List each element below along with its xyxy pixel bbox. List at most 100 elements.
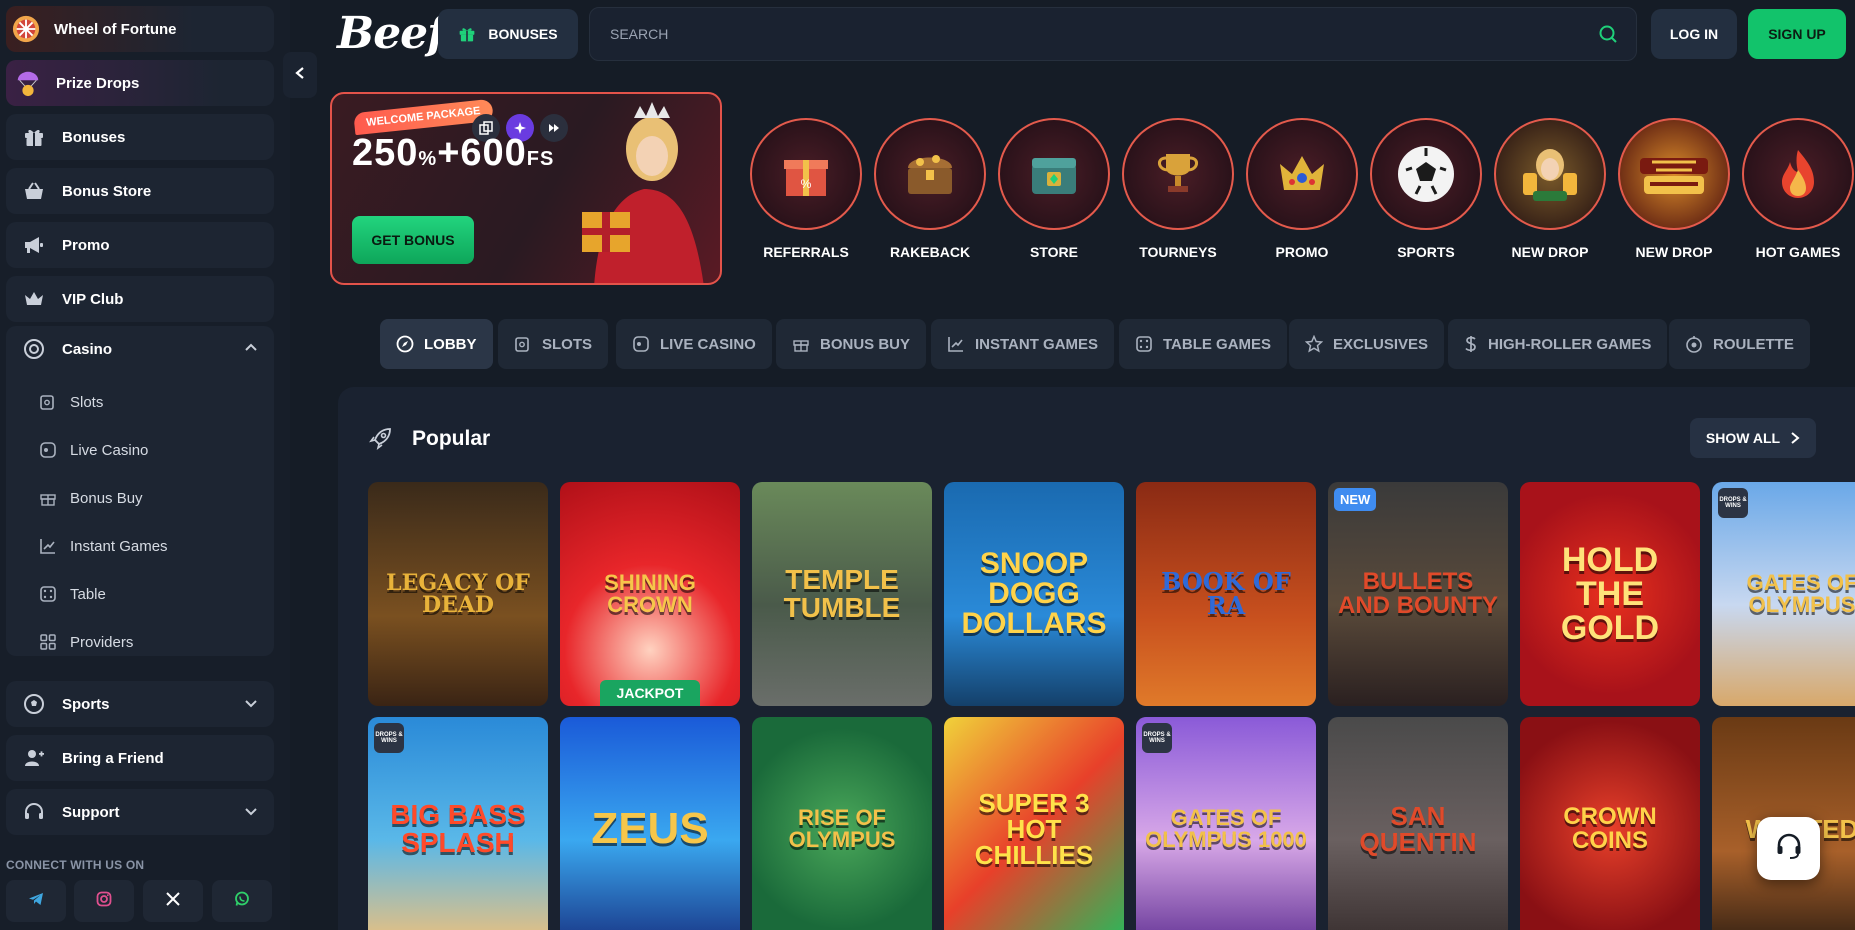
sidebar-item-promo[interactable]: Promo bbox=[6, 222, 274, 268]
tab-bonus-buy[interactable]: BONUS BUY bbox=[776, 319, 927, 369]
sidebar-item-casino[interactable]: Casino bbox=[6, 326, 274, 372]
headset-icon bbox=[20, 798, 48, 826]
sidebar-item-support[interactable]: Support bbox=[6, 789, 274, 835]
sidebar-subitem-instant-games[interactable]: Instant Games bbox=[38, 526, 168, 566]
x-button[interactable] bbox=[143, 880, 203, 922]
shortcut-rakeback[interactable]: RAKEBACK bbox=[872, 118, 988, 260]
game-card[interactable]: NEW BULLETS AND BOUNTY bbox=[1328, 482, 1508, 706]
game-card[interactable]: BOOK OF RA bbox=[1136, 482, 1316, 706]
sidebar-item-wheel-of-fortune[interactable]: Wheel of Fortune bbox=[6, 6, 274, 52]
sidebar-item-bonus-store[interactable]: Bonus Store bbox=[6, 168, 274, 214]
casino-section: Casino Slots Live Casino Bonus Buy Insta… bbox=[6, 326, 274, 656]
drops-wins-badge: DROPS & WINS bbox=[1142, 723, 1172, 753]
chevron-up-icon[interactable] bbox=[244, 341, 258, 359]
game-card[interactable]: SUPER 3 HOT CHILLIES bbox=[944, 717, 1124, 930]
game-title: SUPER 3 HOT CHILLIES bbox=[974, 788, 1094, 870]
sidebar-subitem-bonus-buy[interactable]: Bonus Buy bbox=[38, 478, 143, 518]
chevron-down-icon[interactable] bbox=[244, 804, 258, 822]
game-card[interactable]: TEMPLE TUMBLE bbox=[752, 482, 932, 706]
tab-live-casino[interactable]: LIVE CASINO bbox=[616, 319, 772, 369]
shortcut-new-drop[interactable]: NEW DROP bbox=[1616, 118, 1732, 260]
sidebar-item-vip-club[interactable]: VIP Club bbox=[6, 276, 274, 322]
sidebar-subitem-slots[interactable]: Slots bbox=[38, 382, 103, 422]
shortcut-store[interactable]: STORE bbox=[996, 118, 1112, 260]
sidebar-item-bonuses[interactable]: Bonuses bbox=[6, 114, 274, 160]
tab-slots[interactable]: SLOTS bbox=[498, 319, 609, 369]
gift-icon bbox=[20, 123, 48, 151]
game-title: ZEUS bbox=[591, 804, 709, 853]
tab-high-roller-games[interactable]: HIGH-ROLLER GAMES bbox=[1448, 319, 1668, 369]
x-icon bbox=[166, 891, 180, 911]
dice-icon bbox=[1135, 335, 1153, 353]
shortcut-hot-games[interactable]: HOT GAMES bbox=[1740, 118, 1855, 260]
shortcut-new-drop[interactable]: NEW DROP bbox=[1492, 118, 1608, 260]
signup-button[interactable]: SIGN UP bbox=[1748, 9, 1846, 59]
shortcut-promo[interactable]: PROMO bbox=[1244, 118, 1360, 260]
sidebar-item-label: Wheel of Fortune bbox=[54, 20, 177, 38]
site-logo[interactable]: Beef bbox=[337, 8, 446, 59]
sidebar-subitem-table[interactable]: Table bbox=[38, 574, 106, 614]
welcome-banner[interactable]: WELCOME PACKAGE 250%+600FS GET BONUS bbox=[330, 92, 722, 285]
sidebar-subitem-providers[interactable]: Providers bbox=[38, 622, 133, 662]
trophy-icon bbox=[1122, 118, 1234, 230]
crown-icon bbox=[20, 285, 48, 313]
tab-label: BONUS BUY bbox=[820, 335, 911, 353]
instagram-button[interactable] bbox=[74, 880, 134, 922]
bonuses-button[interactable]: BONUSES bbox=[438, 9, 578, 59]
game-card[interactable]: LEGACY OF DEAD bbox=[368, 482, 548, 706]
game-card[interactable]: DROPS & WINS GATES OF OLYMPUS bbox=[1712, 482, 1855, 706]
sidebar: Wheel of Fortune Prize Drops Bonuses Bon… bbox=[0, 0, 290, 930]
telegram-button[interactable] bbox=[6, 880, 66, 922]
roulette-icon bbox=[1685, 335, 1703, 353]
shortcut-label: PROMO bbox=[1275, 244, 1329, 260]
game-card[interactable]: RISE OF OLYMPUS bbox=[752, 717, 932, 930]
game-card[interactable]: DROPS & WINS BIG BASS SPLASH bbox=[368, 717, 548, 930]
whatsapp-button[interactable] bbox=[212, 880, 272, 922]
game-card[interactable]: DROPS & WINS GATES OF OLYMPUS 1000 bbox=[1136, 717, 1316, 930]
shortcut-sports[interactable]: SPORTS bbox=[1368, 118, 1484, 260]
sidebar-item-sports[interactable]: Sports bbox=[6, 681, 274, 727]
game-card[interactable]: CROWN COINS bbox=[1520, 717, 1700, 930]
bonus-percent-value: 250 bbox=[352, 132, 419, 174]
drops-wins-badge: DROPS & WINS bbox=[374, 723, 404, 753]
dice-icon bbox=[38, 584, 58, 604]
chevron-down-icon[interactable] bbox=[244, 696, 258, 714]
sidebar-item-bring-a-friend[interactable]: Bring a Friend bbox=[6, 735, 274, 781]
tab-instant-games[interactable]: INSTANT GAMES bbox=[931, 319, 1115, 369]
soccer-ball-icon bbox=[1370, 118, 1482, 230]
shortcut-referrals[interactable]: % REFERRALS bbox=[748, 118, 864, 260]
slots-icon bbox=[514, 335, 532, 353]
sidebar-item-label: Support bbox=[62, 803, 120, 821]
tab-table-games[interactable]: TABLE GAMES bbox=[1119, 319, 1288, 369]
drops-wins-badge: DROPS & WINS bbox=[1718, 488, 1748, 518]
sidebar-subitem-label: Instant Games bbox=[70, 537, 168, 555]
sidebar-item-prize-drops[interactable]: Prize Drops bbox=[6, 60, 274, 106]
sidebar-subitem-label: Live Casino bbox=[70, 441, 149, 459]
bonus-percent-sign: % bbox=[418, 148, 438, 170]
game-card[interactable]: ZEUS bbox=[560, 717, 740, 930]
tab-lobby[interactable]: LOBBY bbox=[380, 319, 493, 369]
live-support-button[interactable] bbox=[1757, 817, 1820, 880]
tab-roulette[interactable]: ROULETTE bbox=[1669, 319, 1810, 369]
shortcut-label: TOURNEYS bbox=[1139, 244, 1217, 260]
get-bonus-button[interactable]: GET BONUS bbox=[352, 216, 474, 264]
tab-exclusives[interactable]: EXCLUSIVES bbox=[1289, 319, 1445, 369]
soccer-ball-icon bbox=[20, 690, 48, 718]
search-input[interactable] bbox=[610, 26, 1570, 42]
login-button[interactable]: LOG IN bbox=[1651, 9, 1737, 59]
sidebar-subitem-live-casino[interactable]: Live Casino bbox=[38, 430, 148, 470]
game-card[interactable]: SNOOP DOGG DOLLARS bbox=[944, 482, 1124, 706]
tab-label: ROULETTE bbox=[1713, 335, 1794, 353]
game-card[interactable]: HOLD THE GOLD bbox=[1520, 482, 1700, 706]
sidebar-collapse-button[interactable] bbox=[283, 52, 317, 98]
chevron-left-icon bbox=[294, 66, 306, 85]
search-icon[interactable] bbox=[1598, 24, 1618, 49]
game-title: TEMPLE TUMBLE bbox=[783, 564, 901, 623]
grid-icon bbox=[38, 632, 58, 652]
game-card[interactable]: SAN QUENTIN bbox=[1328, 717, 1508, 930]
sidebar-item-label: VIP Club bbox=[62, 290, 124, 308]
popular-section: Popular SHOW ALL LEGACY OF DEAD SHINING … bbox=[338, 387, 1855, 930]
show-all-button[interactable]: SHOW ALL bbox=[1690, 418, 1816, 458]
shortcut-tourneys[interactable]: TOURNEYS bbox=[1120, 118, 1236, 260]
game-card[interactable]: SHINING CROWN JACKPOT bbox=[560, 482, 740, 706]
